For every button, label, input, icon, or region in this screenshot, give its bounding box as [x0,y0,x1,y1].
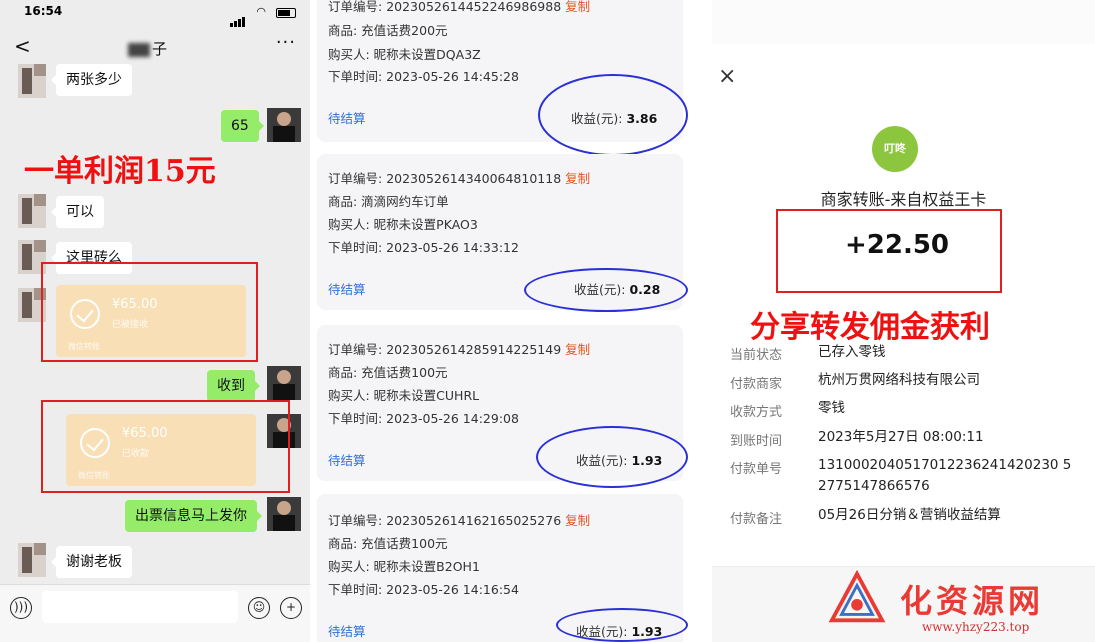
order-buyer: 购买人: 昵称未设置DQA3Z [328,47,481,62]
status-time: 16:54 [24,4,63,18]
order-no-label: 订单编号: [328,0,387,14]
message-bubble[interactable]: 出票信息马上发你 [125,500,262,532]
pending-status: 待结算 [328,624,366,639]
detail-key: 付款商家 [730,377,783,392]
order-buyer: 购买人: 昵称未设置B2OH1 [328,559,480,574]
pending-status: 待结算 [328,111,366,126]
detail-value: 1310002040517012236241420230 5 [818,457,1072,473]
emoji-icon[interactable]: ☺ [248,597,270,619]
order-product: 商品: 充值话费100元 [328,536,448,551]
message-bubble[interactable]: 谢谢老板 [51,546,132,578]
copy-button[interactable]: 复制 [565,171,590,186]
order-no-label: 订单编号: [328,342,387,357]
wifi-icon: ◠ [256,5,266,18]
orders-panel: 订单编号: 2023052614452246986988 复制 商品: 充值话费2… [310,0,700,642]
copy-button[interactable]: 复制 [565,0,590,14]
voice-icon[interactable]: ))) [10,597,32,619]
copy-button[interactable]: 复制 [565,342,590,357]
order-time: 下单时间: 2023-05-26 14:29:08 [328,411,519,426]
user-avatar[interactable] [267,497,301,531]
detail-value: 05月26日分销＆营销收益结算 [818,507,1001,523]
signal-icon [230,8,246,27]
highlight-ellipse [524,268,688,312]
message-bubble[interactable]: 两张多少 [51,64,132,96]
highlight-ellipse [556,608,688,642]
watermark-url: www.yhzy223.top [922,620,1030,634]
detail-value: 2023年5月27日 08:00:11 [818,429,984,445]
order-time: 下单时间: 2023-05-26 14:33:12 [328,240,519,255]
merchant-logo: 叮咚 [872,126,918,172]
user-avatar[interactable] [267,108,301,142]
contact-avatar[interactable] [18,194,46,228]
order-time: 下单时间: 2023-05-26 14:16:54 [328,582,519,597]
order-number: 2023052614340064810118 [386,171,562,186]
pending-status: 待结算 [328,453,366,468]
detail-key: 付款备注 [730,512,783,527]
message-bubble[interactable]: 65 [221,110,264,142]
status-bar: 16:54 ◠ [0,0,310,27]
order-number: 2023052614162165025276 [386,513,562,528]
order-number: 2023052614452246986988 [386,0,562,14]
receipt-title: 商家转账-来自权益王卡 [820,190,987,209]
blurred-name-part [128,42,150,57]
highlight-box [41,400,290,493]
order-buyer: 购买人: 昵称未设置PKAO3 [328,217,478,232]
message-bubble[interactable]: 收到 [207,370,260,402]
battery-icon [276,8,296,18]
detail-key: 到账时间 [730,434,783,449]
order-product: 商品: 滴滴网约车订单 [328,194,449,209]
commission-banner: 分享转发佣金获利 [750,310,990,345]
more-button[interactable]: ··· [276,32,296,53]
detail-value: 零钱 [818,400,845,416]
watermark-emblem-icon [828,570,886,623]
chat-header: < 子 ··· [0,30,310,64]
highlight-ellipse [536,426,688,488]
order-buyer: 购买人: 昵称未设置CUHRL [328,388,480,403]
back-button[interactable]: < [14,34,31,58]
order-no-label: 订单编号: [328,513,387,528]
order-product: 商品: 充值话费100元 [328,365,448,380]
detail-key: 收款方式 [730,405,783,420]
chat-input-bar: ))) ☺ + [0,584,310,642]
chat-panel: 16:54 ◠ < 子 ··· 两张多少 65 一单利润15元 可以 这里砖么 [0,0,310,642]
detail-value-cont: 2775147866576 [818,478,930,494]
receipt-panel: × 叮咚 商家转账-来自权益王卡 +22.50 分享转发佣金获利 当前状态 已存… [712,0,1095,642]
order-product: 商品: 充值话费200元 [328,23,448,38]
order-no-label: 订单编号: [328,171,387,186]
highlight-ellipse [538,74,688,156]
contact-name: 子 [128,38,169,59]
message-input[interactable] [42,591,238,623]
contact-avatar[interactable] [18,543,46,577]
contact-avatar[interactable] [18,64,46,98]
contact-name-text: 子 [152,40,170,58]
detail-value: 已存入零钱 [818,344,886,360]
detail-key: 当前状态 [730,348,783,363]
order-time: 下单时间: 2023-05-26 14:45:28 [328,69,519,84]
watermark-text: 化资源网 [900,582,1045,620]
user-avatar[interactable] [267,366,301,400]
profit-banner: 一单利润15元 [24,154,216,189]
order-number: 2023052614285914225149 [386,342,562,357]
pending-status: 待结算 [328,282,366,297]
detail-key: 付款单号 [730,462,783,477]
receipt-amount: +22.50 [844,230,950,260]
plus-icon[interactable]: + [280,597,302,619]
copy-button[interactable]: 复制 [565,513,590,528]
watermark: 化资源网 www.yhzy223.top [824,566,1094,642]
message-bubble[interactable]: 可以 [51,196,104,228]
close-icon[interactable]: × [718,64,736,89]
highlight-box [41,262,258,362]
detail-value: 杭州万贯网络科技有限公司 [818,372,980,388]
receipt-header-strip [712,0,1095,44]
